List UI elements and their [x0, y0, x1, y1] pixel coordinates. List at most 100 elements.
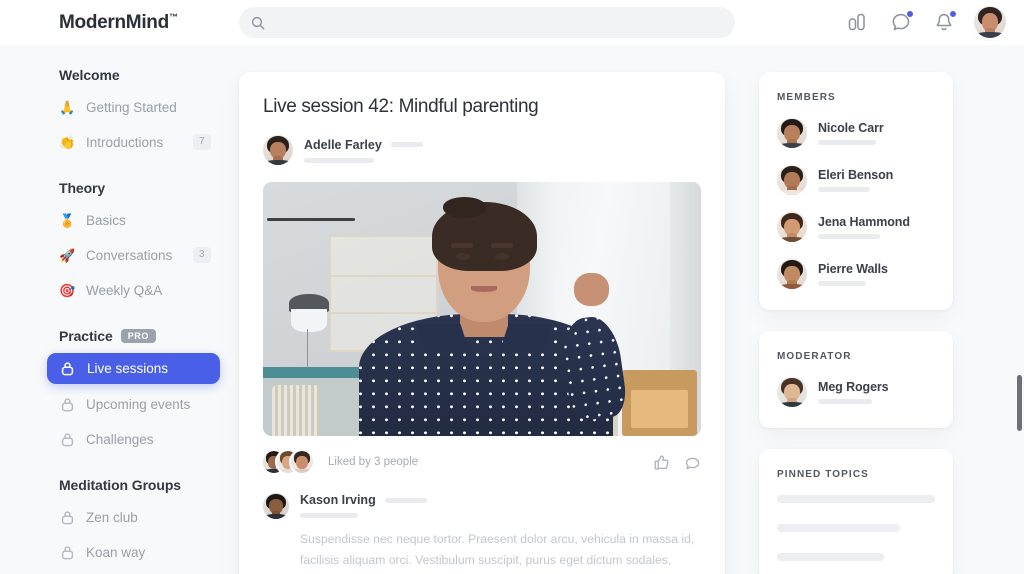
avatar: [777, 212, 807, 242]
avatar: [777, 259, 807, 289]
page-scrollbar-track[interactable]: [1017, 45, 1023, 574]
sidebar-item-label: Basics: [86, 212, 126, 228]
sidebar-item-challenges[interactable]: Challenges: [0, 424, 239, 454]
sidebar-item-koan-way[interactable]: Koan way: [0, 537, 239, 567]
chat-bubble-icon[interactable]: [888, 9, 914, 35]
thumbs-up-icon[interactable]: [653, 454, 670, 471]
sidebar-group-title: Welcome: [0, 67, 239, 83]
praying-hands-icon: 🙏: [59, 99, 76, 115]
avatar: [291, 451, 313, 473]
lock-icon: [59, 432, 76, 447]
lock-icon: [59, 545, 76, 560]
sidebar-item-label: Live sessions: [87, 361, 169, 376]
comment-author-name: Kason Irving: [300, 493, 376, 507]
group-label: Theory: [59, 180, 106, 196]
session-video-thumbnail[interactable]: [263, 182, 701, 436]
placeholder-bar: [384, 497, 427, 503]
placeholder-bar: [818, 399, 872, 404]
dart-target-icon: 🎯: [59, 282, 76, 298]
search-input[interactable]: [274, 15, 694, 30]
sidebar-item-count: 3: [193, 247, 211, 263]
sidebar-item-upcoming-events[interactable]: Upcoming events: [0, 389, 239, 419]
sidebar-item-basics[interactable]: 🏅 Basics: [0, 205, 239, 235]
comment-icon[interactable]: [684, 454, 701, 471]
sidebar-item-label: Upcoming events: [86, 396, 191, 412]
avatar[interactable]: [263, 135, 293, 165]
sidebar-item-zen-club[interactable]: Zen club: [0, 502, 239, 532]
bar-chart-icon[interactable]: [845, 9, 871, 35]
right-sidebar: MEMBERS Nicole Carr Eleri Benson Jena Ha…: [759, 72, 953, 574]
avatar: [777, 377, 807, 407]
pinned-topics-panel-title: PINNED TOPICS: [777, 469, 869, 480]
placeholder-bar: [304, 157, 374, 163]
sidebar-item-getting-started[interactable]: 🙏 Getting Started: [0, 92, 239, 122]
pinned-topic-placeholder[interactable]: [777, 553, 885, 561]
group-label: Welcome: [59, 67, 120, 83]
comment-text: Suspendisse nec neque tortor. Praesent d…: [300, 532, 695, 567]
placeholder-bar: [818, 234, 880, 239]
list-item[interactable]: Jena Hammond: [777, 212, 935, 242]
sidebar-item-label: Conversations: [86, 247, 173, 263]
avatar: [777, 118, 807, 148]
search-icon: [251, 16, 265, 30]
sidebar-group-title: Practice PRO: [0, 328, 239, 344]
avatar[interactable]: [263, 493, 289, 519]
clapping-hands-icon: 👏: [59, 134, 76, 150]
sidebar-item-count: 7: [193, 134, 211, 150]
header-actions: [845, 6, 1006, 38]
placeholder-bar: [390, 142, 423, 147]
rocket-icon: 🚀: [59, 247, 76, 263]
group-label: Practice: [59, 328, 113, 344]
post-actions: [653, 454, 701, 471]
notification-dot: [949, 10, 957, 18]
avatar: [777, 165, 807, 195]
pinned-topic-placeholder[interactable]: [777, 495, 935, 503]
trademark-symbol: ™: [168, 11, 178, 22]
sidebar-item-introductions[interactable]: 👏 Introductions 7: [0, 127, 239, 157]
pinned-topics-panel: PINNED TOPICS: [759, 449, 953, 574]
sidebar-item-conversations[interactable]: 🚀 Conversations 3: [0, 240, 239, 270]
notification-dot: [906, 10, 914, 18]
search-bar[interactable]: [239, 7, 735, 38]
sidebar-item-live-sessions[interactable]: Live sessions: [47, 353, 220, 384]
member-name: Jena Hammond: [818, 215, 910, 229]
members-panel: MEMBERS Nicole Carr Eleri Benson Jena Ha…: [759, 72, 953, 310]
likes-count-text: Liked by 3 people: [328, 456, 419, 468]
lock-icon: [59, 361, 76, 376]
sidebar-item-label: Introductions: [86, 134, 164, 150]
group-label: Meditation Groups: [59, 477, 181, 493]
members-panel-title: MEMBERS: [777, 92, 836, 103]
comment: Kason Irving Suspendisse nec neque torto…: [263, 493, 701, 574]
user-avatar[interactable]: [974, 6, 1006, 38]
placeholder-bar: [818, 140, 876, 145]
list-item[interactable]: Pierre Walls: [777, 259, 935, 289]
lock-icon: [59, 510, 76, 525]
author-name: Adelle Farley: [304, 137, 382, 152]
member-name: Eleri Benson: [818, 168, 894, 182]
list-item[interactable]: Meg Rogers: [777, 377, 935, 407]
placeholder-bar: [818, 281, 866, 286]
post-card: Live session 42: Mindful parenting Adell…: [239, 72, 725, 574]
pro-badge: PRO: [120, 329, 156, 343]
sidebar-group-title: Theory: [0, 180, 239, 196]
brand-logo[interactable]: ModernMind™: [59, 12, 178, 34]
likes-row: Liked by 3 people: [263, 439, 701, 485]
list-item[interactable]: Eleri Benson: [777, 165, 935, 195]
post-author: Adelle Farley: [263, 135, 701, 165]
page-scrollbar-thumb[interactable]: [1017, 375, 1022, 431]
pinned-topic-placeholder[interactable]: [777, 524, 901, 532]
sidebar-item-weekly-qa[interactable]: 🎯 Weekly Q&A: [0, 275, 239, 305]
left-sidebar: Welcome 🙏 Getting Started 👏 Introduction…: [0, 45, 239, 574]
brand-name: ModernMind: [59, 12, 169, 33]
app-root: ModernMind™ Welcome 🙏 Getting Started 👏 …: [0, 0, 1024, 574]
list-item[interactable]: Nicole Carr: [777, 118, 935, 148]
moderator-panel-title: MODERATOR: [777, 351, 852, 362]
liker-avatars[interactable]: [263, 451, 313, 473]
sidebar-group-title: Meditation Groups: [0, 477, 239, 493]
bell-icon[interactable]: [931, 9, 957, 35]
medal-icon: 🏅: [59, 212, 76, 228]
moderator-panel: MODERATOR Meg Rogers: [759, 331, 953, 428]
